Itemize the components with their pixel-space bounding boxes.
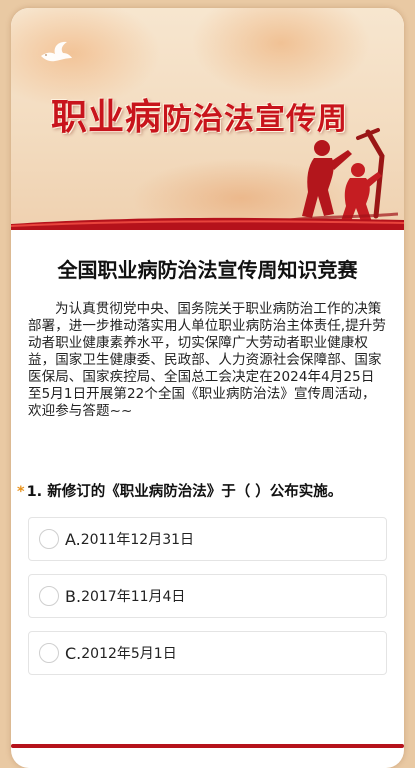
dove-icon xyxy=(41,41,72,62)
banner-red-band xyxy=(11,217,404,230)
option-c-letter: C. xyxy=(65,643,82,663)
quiz-title: 全国职业病防治法宣传周知识竞赛 xyxy=(57,258,358,282)
quiz-intro: 为认真贯彻党中央、国务院关于职业病防治工作的决策部署，进一步推动落实用人单位职业… xyxy=(28,301,386,419)
radio-unchecked-icon[interactable] xyxy=(39,643,59,663)
option-b-text: 2017年11月4日 xyxy=(81,589,186,605)
option-a[interactable]: A. 2011年12月31日 xyxy=(28,517,387,561)
workers-silhouette-icon xyxy=(278,128,398,224)
banner-title-part1: 职业病 xyxy=(51,96,163,138)
banner: 职业病防治法宣传周 xyxy=(11,8,404,230)
option-b-letter: B. xyxy=(65,586,82,606)
question-1-text: 1. 新修订的《职业病防治法》于（ ）公布实施。 xyxy=(26,484,343,500)
option-b[interactable]: B. 2017年11月4日 xyxy=(28,574,387,618)
option-a-letter: A. xyxy=(65,529,81,549)
required-mark: * xyxy=(17,484,25,500)
option-c-text: 2012年5月1日 xyxy=(81,646,177,662)
option-c[interactable]: C. 2012年5月1日 xyxy=(28,631,387,675)
radio-unchecked-icon[interactable] xyxy=(39,529,59,549)
option-a-text: 2011年12月31日 xyxy=(80,532,195,548)
quiz-card: 职业病防治法宣传周 全国职业病防治法宣传周知识竞赛 为认真贯彻党中央、国务院关于… xyxy=(11,8,404,768)
radio-unchecked-icon[interactable] xyxy=(39,586,59,606)
question-1-label: * 1. 新修订的《职业病防治法》于（ ）公布实施。 xyxy=(17,480,404,501)
bottom-divider xyxy=(11,744,404,748)
question-1: * 1. 新修订的《职业病防治法》于（ ）公布实施。 A. 2011年12月31日… xyxy=(11,480,404,675)
